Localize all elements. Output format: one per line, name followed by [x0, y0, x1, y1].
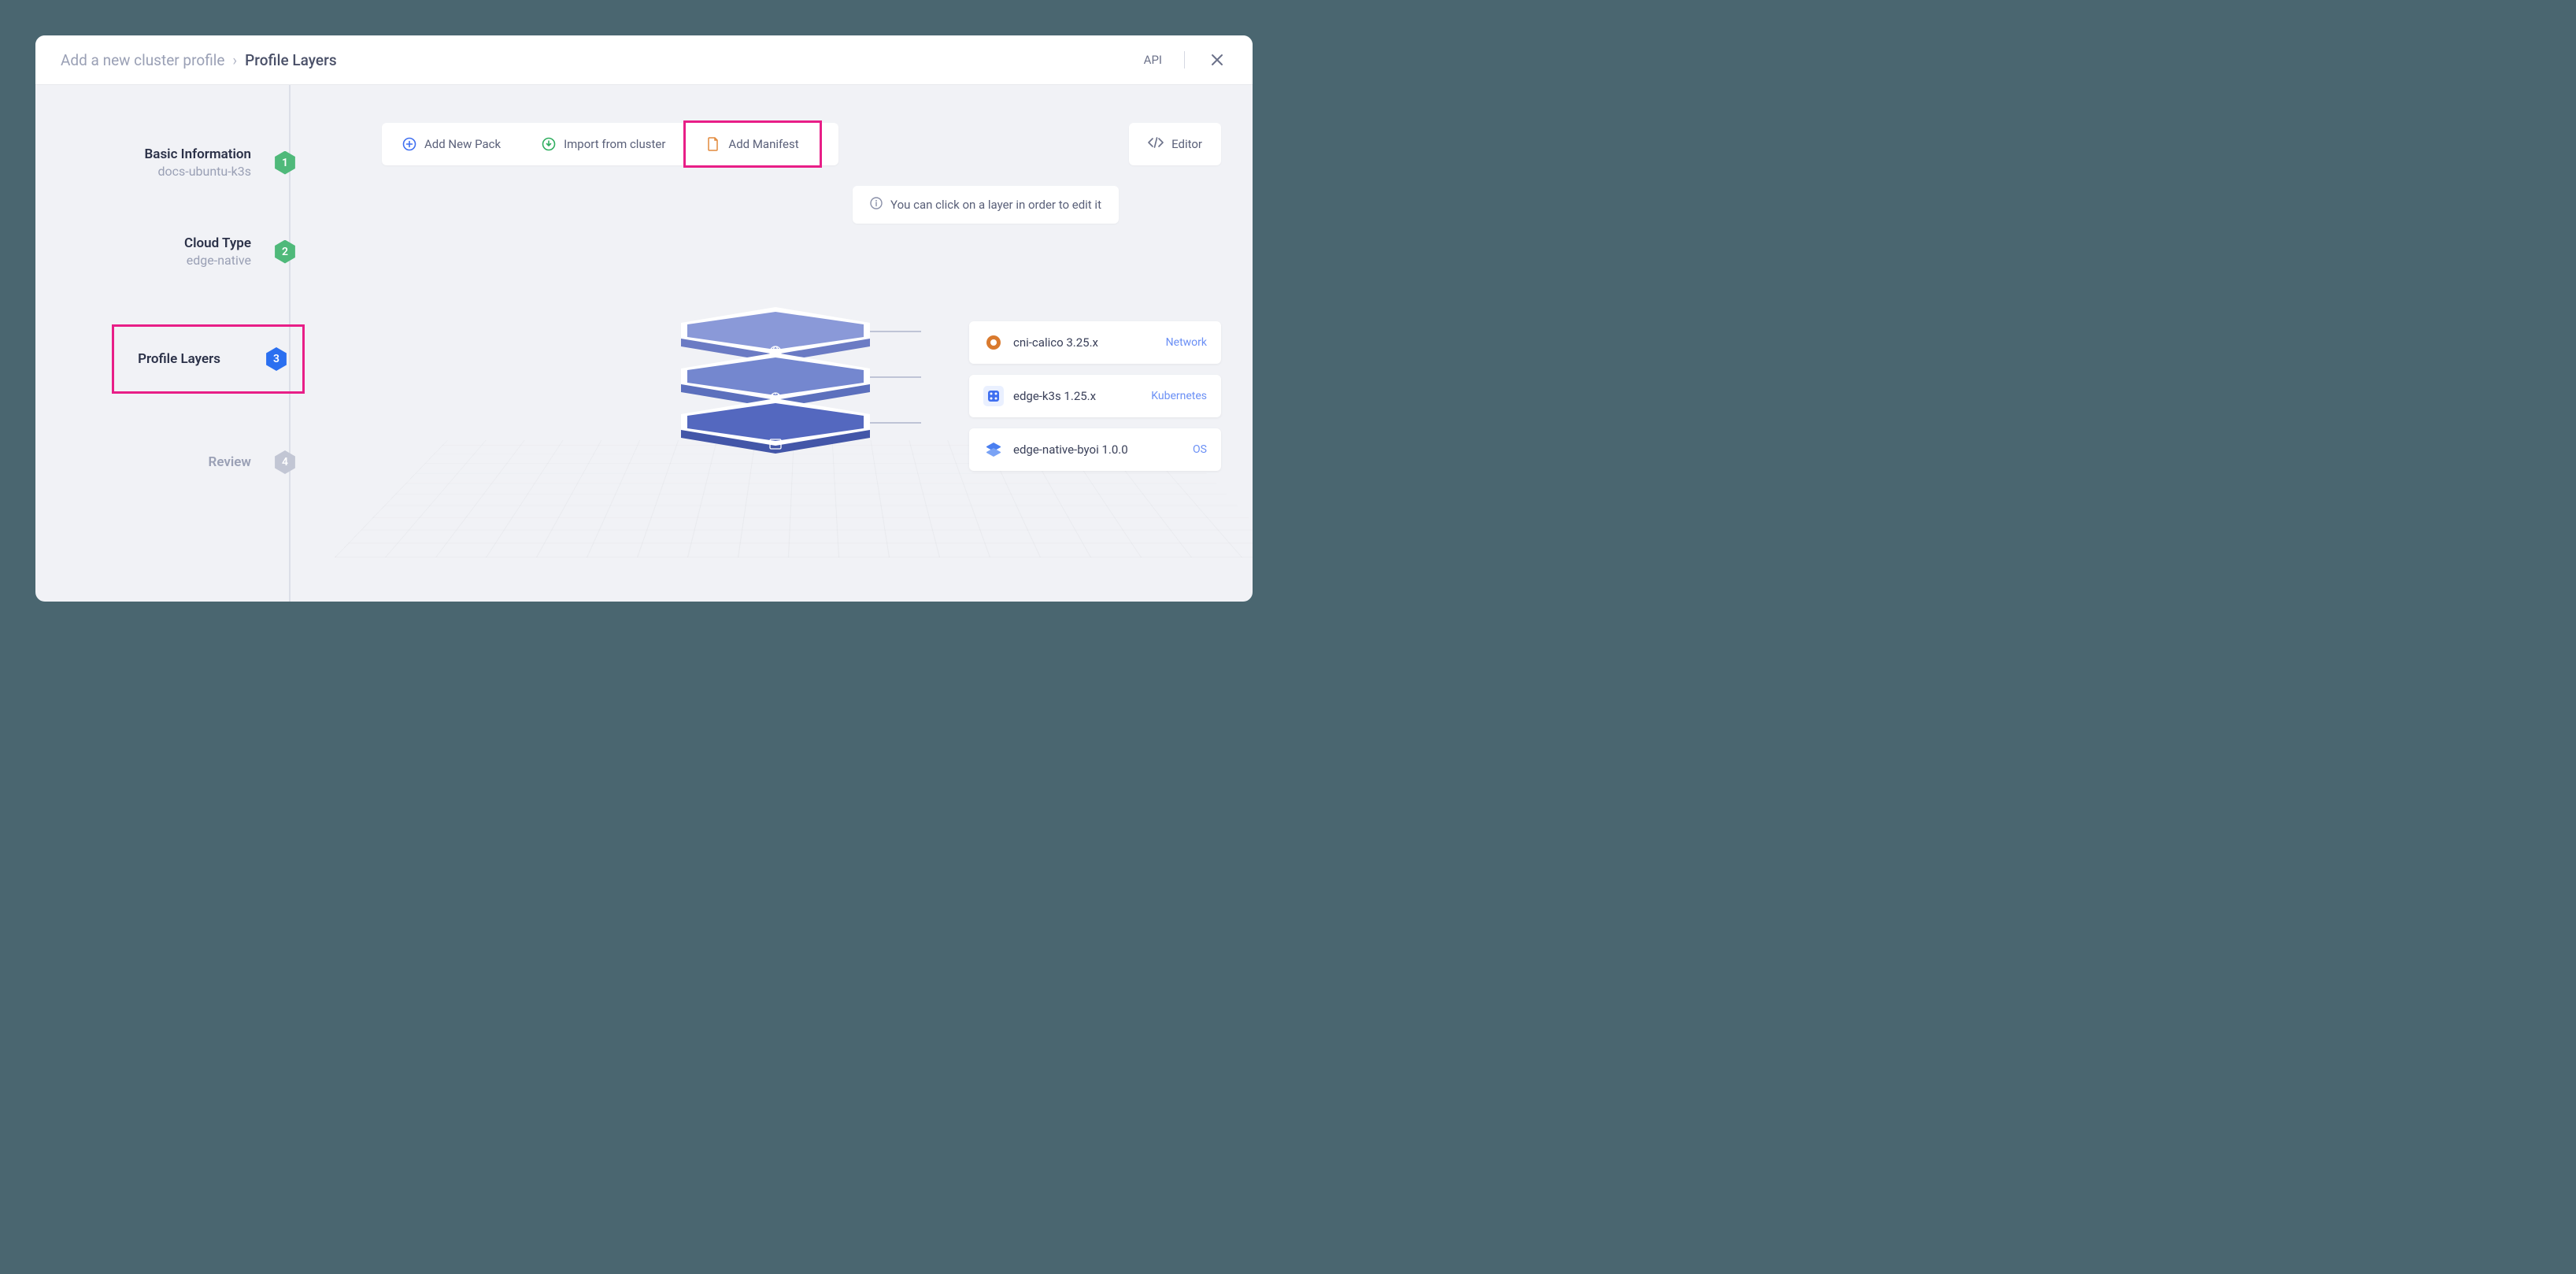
import-from-cluster-button[interactable]: Import from cluster	[521, 123, 686, 165]
step-profile-layers[interactable]: Profile Layers 3	[35, 324, 303, 394]
hint-tooltip: You can click on a layer in order to edi…	[853, 186, 1119, 224]
button-label: Add Manifest	[728, 137, 798, 151]
layer-card-list: cni-calico 3.25.x Network edge-k3s 1.25.…	[969, 321, 1221, 471]
add-new-pack-button[interactable]: Add New Pack	[382, 123, 521, 165]
window-icon	[768, 438, 783, 450]
step-subtitle: docs-ubuntu-k3s	[145, 164, 251, 179]
code-icon	[1148, 137, 1164, 151]
api-link[interactable]: API	[1144, 53, 1162, 67]
layer-card-kubernetes[interactable]: edge-k3s 1.25.x Kubernetes	[969, 375, 1221, 417]
main-content: Add New Pack Import from cluster Add Man…	[303, 85, 1253, 602]
step-badge: 4	[273, 450, 297, 474]
step-number: 3	[273, 353, 279, 365]
divider	[1184, 51, 1185, 69]
step-badge: 2	[273, 240, 297, 264]
step-number: 1	[282, 157, 288, 169]
layer-name: cni-calico 3.25.x	[1013, 335, 1157, 350]
stack-layer-os[interactable]	[673, 397, 878, 444]
layer-card-network[interactable]: cni-calico 3.25.x Network	[969, 321, 1221, 364]
toolbar: Add New Pack Import from cluster Add Man…	[382, 123, 1221, 165]
close-button[interactable]	[1207, 50, 1227, 70]
pack-icon	[983, 439, 1004, 460]
download-circle-icon	[542, 137, 556, 151]
plus-circle-icon	[402, 137, 416, 151]
layer-type: OS	[1193, 443, 1207, 456]
button-label: Editor	[1171, 137, 1202, 151]
breadcrumb-current: Profile Layers	[245, 51, 336, 69]
add-manifest-button[interactable]: Add Manifest	[686, 123, 819, 165]
step-review[interactable]: Review 4	[35, 450, 303, 474]
step-title: Review	[209, 454, 251, 470]
modal-header: Add a new cluster profile › Profile Laye…	[35, 35, 1253, 85]
connector-line	[870, 376, 921, 378]
step-title: Profile Layers	[138, 351, 220, 367]
modal-window: Add a new cluster profile › Profile Laye…	[35, 35, 1253, 602]
document-icon	[706, 137, 720, 151]
modal-body: Basic Information docs-ubuntu-k3s 1 Clou…	[35, 85, 1253, 602]
step-title: Cloud Type	[184, 235, 251, 251]
pack-icon	[983, 332, 1004, 353]
button-label: Add New Pack	[424, 137, 501, 151]
layer-type: Kubernetes	[1151, 390, 1207, 402]
connector-line	[870, 331, 921, 332]
step-badge: 1	[273, 151, 297, 175]
hint-text: You can click on a layer in order to edi…	[890, 198, 1101, 212]
layer-type: Network	[1166, 336, 1207, 349]
close-icon	[1210, 53, 1224, 67]
breadcrumb: Add a new cluster profile › Profile Laye…	[61, 51, 337, 69]
stack-layer-network[interactable]	[673, 306, 878, 353]
editor-button[interactable]: Editor	[1129, 123, 1221, 165]
connector-line	[870, 422, 921, 424]
layer-card-os[interactable]: edge-native-byoi 1.0.0 OS	[969, 428, 1221, 471]
chevron-right-icon: ›	[232, 51, 237, 69]
step-title: Basic Information	[145, 146, 251, 162]
step-subtitle: edge-native	[184, 253, 251, 268]
step-basic-information[interactable]: Basic Information docs-ubuntu-k3s 1	[35, 146, 303, 179]
layer-name: edge-k3s 1.25.x	[1013, 389, 1142, 403]
step-number: 2	[282, 246, 288, 258]
wizard-stepper: Basic Information docs-ubuntu-k3s 1 Clou…	[35, 85, 303, 602]
step-cloud-type[interactable]: Cloud Type edge-native 2	[35, 235, 303, 268]
step-badge: 3	[265, 347, 288, 371]
step-number: 4	[282, 456, 288, 468]
action-bar: Add New Pack Import from cluster Add Man…	[382, 123, 838, 165]
info-icon	[870, 197, 883, 213]
header-actions: API	[1144, 50, 1227, 70]
pack-icon	[983, 386, 1004, 406]
stack-layer-kubernetes[interactable]	[673, 351, 878, 398]
button-label: Import from cluster	[564, 137, 665, 151]
layer-name: edge-native-byoi 1.0.0	[1013, 443, 1183, 457]
breadcrumb-root[interactable]: Add a new cluster profile	[61, 51, 224, 69]
